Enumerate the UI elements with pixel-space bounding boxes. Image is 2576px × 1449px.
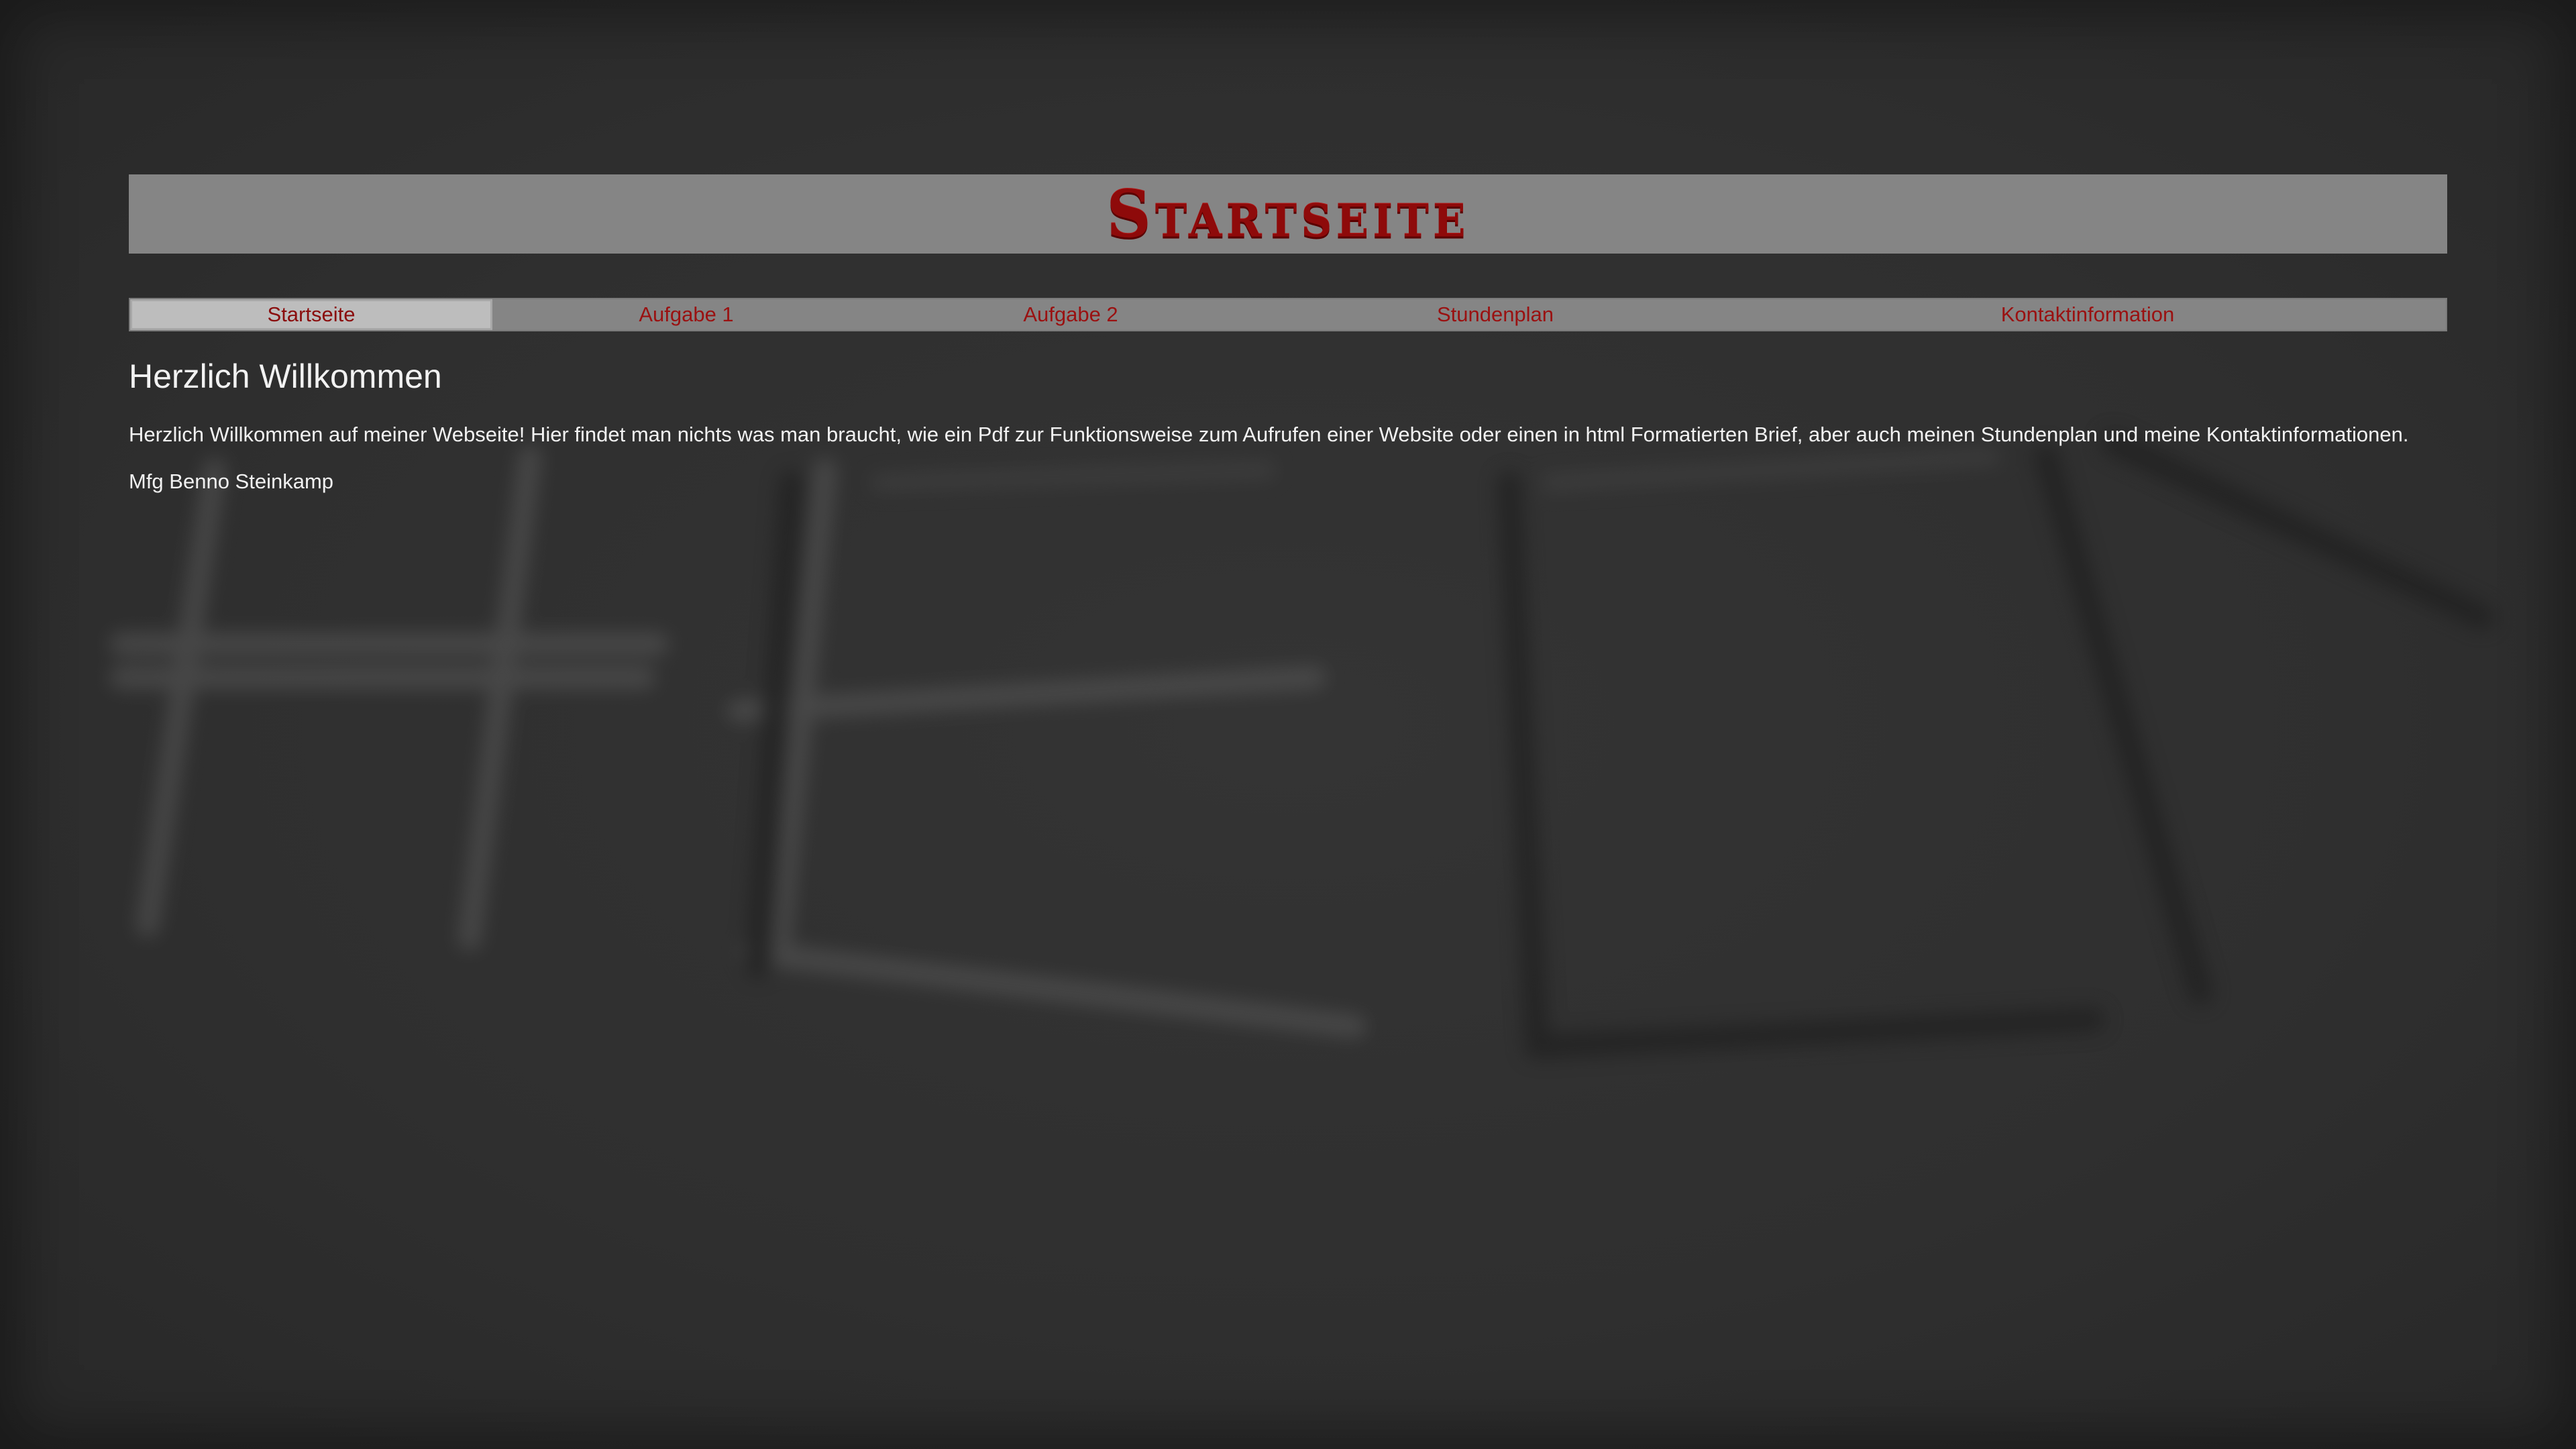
main-navigation: Startseite Aufgabe 1 Aufgabe 2 Stundenpl… xyxy=(129,298,2447,331)
nav-item-kontaktinformation[interactable]: Kontaktinformation xyxy=(1729,299,2446,330)
header-banner: Startseite xyxy=(129,174,2447,254)
page-content: Startseite Startseite Aufgabe 1 Aufgabe … xyxy=(129,174,2447,494)
intro-paragraph: Herzlich Willkommen auf meiner Webseite!… xyxy=(129,423,2409,446)
nav-item-startseite[interactable]: Startseite xyxy=(130,299,492,330)
signature-text: Mfg Benno Steinkamp xyxy=(129,470,334,493)
nav-item-stundenplan[interactable]: Stundenplan xyxy=(1261,299,1729,330)
nav-item-aufgabe-2[interactable]: Aufgabe 2 xyxy=(880,299,1261,330)
site-title: Startseite xyxy=(1106,176,1470,252)
nav-item-aufgabe-1[interactable]: Aufgabe 1 xyxy=(492,299,880,330)
page-heading: Herzlich Willkommen xyxy=(129,358,442,395)
